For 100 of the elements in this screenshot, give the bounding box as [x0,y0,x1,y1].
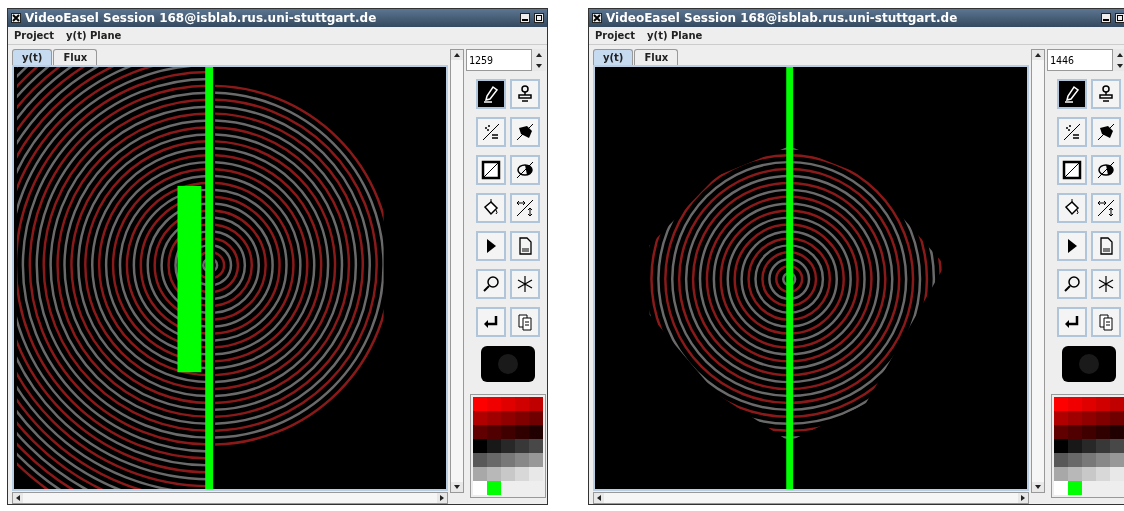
horizontal-scrollbar[interactable] [593,492,1029,504]
color-swatch[interactable] [515,467,529,481]
maximize-button[interactable] [1115,13,1124,23]
scroll-right-button[interactable] [1018,493,1028,503]
scroll-down-button[interactable] [451,482,463,492]
spray-tool-button[interactable] [476,117,506,147]
frame-field[interactable]: 1259 [466,49,532,71]
color-swatch[interactable] [515,439,529,453]
tab[interactable]: Flux [634,48,679,65]
resize-tool-button[interactable] [1091,193,1121,223]
undo-tool-button[interactable] [1057,307,1087,337]
scroll-up-button[interactable] [1113,49,1124,60]
color-swatch[interactable] [501,425,515,439]
color-swatch[interactable] [515,425,529,439]
resize-tool-button[interactable] [510,193,540,223]
color-swatch[interactable] [473,453,487,467]
color-swatch[interactable] [1110,467,1124,481]
color-swatch[interactable] [515,411,529,425]
color-swatch[interactable] [501,439,515,453]
pencil-tool-button[interactable] [1057,79,1087,109]
bucket-tool-button[interactable] [476,193,506,223]
color-swatch[interactable] [1068,467,1082,481]
color-swatch[interactable] [1068,425,1082,439]
color-swatch[interactable] [529,467,543,481]
stamp-tool-button[interactable] [1091,79,1121,109]
scroll-down-button[interactable] [1032,482,1044,492]
color-swatch[interactable] [1082,467,1096,481]
color-swatch[interactable] [1082,453,1096,467]
color-swatch[interactable] [1082,397,1096,411]
tab[interactable]: Flux [53,48,98,65]
color-swatch[interactable] [501,467,515,481]
frame-field[interactable]: 1446 [1047,49,1113,71]
scroll-down-button[interactable] [1113,60,1124,71]
color-swatch[interactable] [529,397,543,411]
copy-tool-button[interactable] [510,307,540,337]
clear-tool-button[interactable] [1091,231,1121,261]
color-swatch[interactable] [1068,411,1082,425]
menu-item[interactable]: Project [595,30,636,41]
color-swatch[interactable] [1110,439,1124,453]
play-tool-button[interactable] [476,231,506,261]
color-swatch[interactable] [1054,425,1068,439]
vertical-scrollbar[interactable] [1031,49,1045,493]
clear-tool-button[interactable] [510,231,540,261]
color-swatch[interactable] [515,397,529,411]
color-swatch[interactable] [1110,397,1124,411]
color-swatch[interactable] [487,481,501,495]
freeze-tool-button[interactable] [510,269,540,299]
maximize-button[interactable] [534,13,544,23]
color-swatch[interactable] [1110,425,1124,439]
play-tool-button[interactable] [1057,231,1087,261]
copy-tool-button[interactable] [1091,307,1121,337]
menu-item[interactable]: y(t) Plane [647,30,703,41]
color-swatch[interactable] [473,411,487,425]
color-swatch[interactable] [473,397,487,411]
horizontal-scrollbar[interactable] [12,492,448,504]
color-swatch[interactable] [529,411,543,425]
color-swatch[interactable] [487,467,501,481]
pencil-tool-button[interactable] [476,79,506,109]
scroll-down-button[interactable] [532,60,546,71]
scroll-up-button[interactable] [451,50,463,60]
color-swatch[interactable] [1082,411,1096,425]
spray-tool-button[interactable] [1057,117,1087,147]
color-swatch[interactable] [1082,425,1096,439]
scroll-right-button[interactable] [437,493,447,503]
color-swatch[interactable] [515,453,529,467]
zoom-tool-button[interactable] [476,269,506,299]
color-swatch[interactable] [1054,453,1068,467]
scroll-left-button[interactable] [13,493,23,503]
scroll-up-button[interactable] [1032,50,1044,60]
close-button[interactable] [11,13,21,23]
bucket-tool-button[interactable] [1057,193,1087,223]
ellipse-tool-button[interactable] [510,155,540,185]
color-swatch[interactable] [473,425,487,439]
color-swatch[interactable] [529,439,543,453]
color-swatch[interactable] [473,439,487,453]
color-swatch[interactable] [1096,397,1110,411]
color-swatch[interactable] [1096,467,1110,481]
color-swatch[interactable] [529,453,543,467]
color-swatch[interactable] [487,425,501,439]
scroll-left-button[interactable] [594,493,604,503]
color-swatch[interactable] [501,397,515,411]
color-swatch[interactable] [473,467,487,481]
color-swatch[interactable] [487,453,501,467]
freeze-tool-button[interactable] [1091,269,1121,299]
ellipse-tool-button[interactable] [1091,155,1121,185]
scroll-up-button[interactable] [532,49,546,60]
color-swatch[interactable] [501,411,515,425]
close-button[interactable] [592,13,602,23]
color-swatch[interactable] [473,481,487,495]
color-swatch[interactable] [1082,439,1096,453]
color-swatch[interactable] [1096,425,1110,439]
rect-tool-button[interactable] [476,155,506,185]
fill-tool-button[interactable] [510,117,540,147]
color-swatch[interactable] [487,411,501,425]
color-swatch[interactable] [1054,481,1068,495]
color-swatch[interactable] [1068,481,1082,495]
color-swatch[interactable] [1054,439,1068,453]
menu-item[interactable]: y(t) Plane [66,30,122,41]
fill-tool-button[interactable] [1091,117,1121,147]
color-swatch[interactable] [501,453,515,467]
